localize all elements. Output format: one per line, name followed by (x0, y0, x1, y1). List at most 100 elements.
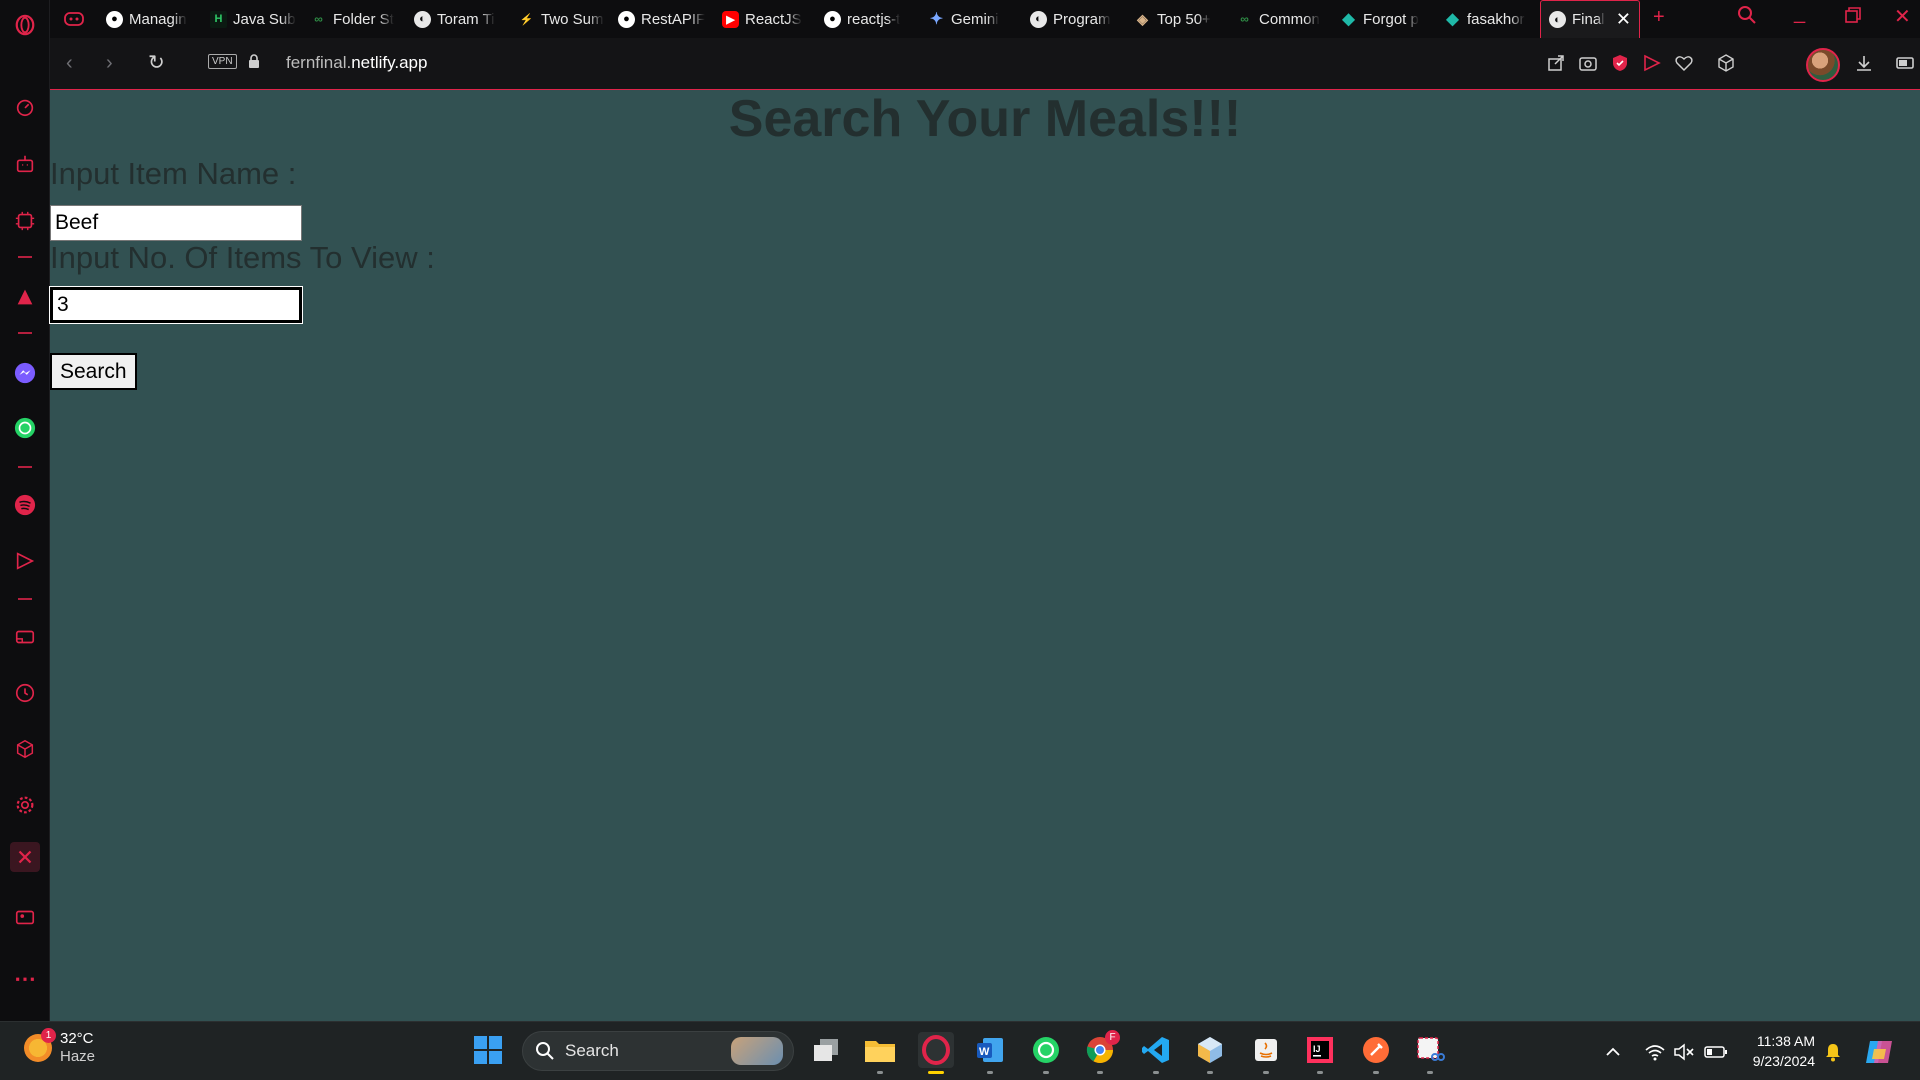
aria-ai-icon[interactable] (12, 151, 38, 177)
workspace-icon[interactable] (64, 4, 90, 34)
windows-start-icon[interactable] (470, 1032, 506, 1068)
close-window-icon[interactable]: ✕ (1894, 4, 1911, 29)
more-icon[interactable]: ⋯ (12, 966, 38, 992)
taskbar-clock[interactable]: 11:38 AM 9/23/2024 (1745, 1031, 1815, 1071)
profile-avatar[interactable] (1806, 48, 1840, 82)
tab-label: Common (1259, 10, 1320, 28)
camera-icon[interactable] (1578, 53, 1598, 73)
tools-icon[interactable] (10, 842, 40, 872)
extensions-icon[interactable] (12, 736, 38, 762)
flow-send-icon[interactable] (1642, 53, 1662, 73)
history-icon[interactable] (12, 680, 38, 706)
tab-item[interactable]: ◐ Toram Ti (414, 4, 514, 34)
tab-item[interactable]: ◐ Program (1030, 4, 1134, 34)
weather-temperature: 32°C (60, 1030, 94, 1047)
opera-taskbar-icon[interactable] (918, 1032, 954, 1074)
tab-item[interactable]: ▶ ReactJS (722, 4, 822, 34)
svg-text:IJ: IJ (1313, 1044, 1321, 1054)
tab-item[interactable]: ⚡ Two Sum (518, 4, 618, 34)
tab-item[interactable]: ✦ Gemini (928, 4, 1028, 34)
java-icon[interactable] (1248, 1032, 1284, 1074)
postman-icon[interactable] (1358, 1032, 1394, 1074)
sidebar-divider (18, 598, 32, 600)
taskbar-search[interactable]: Search (522, 1031, 794, 1071)
vpn-badge[interactable]: VPN (208, 54, 237, 69)
bookmark-heart-icon[interactable] (1674, 53, 1694, 73)
messenger-icon[interactable] (12, 360, 38, 386)
weather-widget[interactable]: 1 32°C Haze (24, 1028, 95, 1066)
leetcode-icon: ⚡ (519, 13, 534, 26)
tab-label: Toram Ti (437, 10, 495, 28)
netbeans-icon[interactable] (1192, 1032, 1228, 1074)
chatgpt-icon[interactable] (12, 208, 38, 234)
tab-label: Forgot p (1363, 10, 1419, 28)
battery-saver-icon[interactable] (1896, 53, 1916, 73)
spotify-icon[interactable] (12, 492, 38, 518)
weather-badge: 1 (41, 1028, 56, 1043)
tab-item[interactable]: ◈ Top 50+ (1134, 4, 1234, 34)
address-bar: ‹ › ↻ VPN fernfinal.netlify.app (50, 38, 1920, 90)
item-name-input[interactable]: Beef (50, 205, 302, 241)
adblock-shield-icon[interactable] (1610, 53, 1630, 73)
show-hidden-icons-icon[interactable] (1604, 1022, 1622, 1080)
screen: ⋯ ● Managin H Java Sub ∞ Folder St ◐ Toram T… (0, 0, 1920, 1080)
opera-sidebar: ⋯ (0, 0, 50, 1021)
forward-icon[interactable]: › (106, 52, 113, 75)
tab-active[interactable]: ◐ Final ✕ (1540, 0, 1640, 38)
globe-icon: ◐ (1030, 10, 1047, 28)
gallery-icon[interactable] (12, 904, 38, 930)
copilot-icon[interactable] (1864, 1022, 1896, 1080)
tab-item[interactable]: H Java Sub (210, 4, 315, 34)
send-flow-icon[interactable] (12, 548, 38, 574)
whatsapp-taskbar-icon[interactable] (1028, 1032, 1064, 1074)
whatsapp-icon[interactable] (12, 415, 38, 441)
tab-item[interactable]: ● reactjs-t (824, 4, 924, 34)
tab-label: Folder St (333, 10, 394, 28)
adobe-express-icon[interactable] (12, 284, 38, 310)
search-button[interactable]: Search (50, 353, 137, 390)
github-icon: ● (824, 10, 841, 28)
reload-icon[interactable]: ↻ (148, 50, 165, 75)
item-count-input[interactable]: 3 (50, 287, 302, 323)
settings-gear-icon[interactable] (12, 792, 38, 818)
extensions-cube-icon[interactable] (1716, 53, 1736, 73)
lock-icon[interactable] (248, 54, 260, 69)
tab-islands-icon[interactable] (12, 624, 38, 650)
tab-item[interactable]: ∞ Folder St (310, 4, 410, 34)
wifi-icon[interactable] (1644, 1022, 1666, 1080)
tab-search-icon[interactable] (1737, 5, 1757, 31)
vscode-icon[interactable] (1138, 1032, 1174, 1074)
restore-icon[interactable] (1844, 6, 1862, 30)
tab-item[interactable]: ● RestAPIF (618, 4, 718, 34)
word-icon[interactable]: W (972, 1032, 1008, 1074)
github-icon: ● (106, 10, 123, 28)
web-page: Search Your Meals!!! Input Item Name : B… (50, 90, 1920, 1021)
tab-bar: ● Managin H Java Sub ∞ Folder St ◐ Toram Ti … (50, 0, 1920, 38)
github-icon: ● (618, 10, 635, 28)
back-icon[interactable]: ‹ (66, 52, 73, 75)
tab-label: reactjs-t (847, 10, 901, 28)
chrome-icon[interactable]: F (1082, 1030, 1120, 1074)
new-tab-icon[interactable]: + (1653, 6, 1665, 29)
intellij-icon[interactable]: IJ (1302, 1032, 1338, 1074)
clock-date: 9/23/2024 (1752, 1053, 1815, 1069)
tab-item[interactable]: ◆ Forgot p (1340, 4, 1442, 34)
opera-logo-icon[interactable] (12, 12, 38, 38)
tab-label: ReactJS (745, 10, 802, 28)
speed-dial-icon[interactable] (12, 94, 38, 120)
geeksforgeeks-icon: ∞ (1240, 12, 1249, 26)
url-field[interactable]: fernfinal.netlify.app (286, 53, 427, 73)
volume-muted-icon[interactable] (1673, 1022, 1695, 1080)
close-tab-icon[interactable]: ✕ (1616, 9, 1631, 30)
notification-bell-icon[interactable] (1824, 1022, 1842, 1080)
download-icon[interactable] (1854, 53, 1874, 73)
task-view-icon[interactable] (808, 1032, 844, 1068)
share-icon[interactable] (1546, 53, 1566, 73)
tab-item[interactable]: ◆ fasakhor (1444, 4, 1544, 34)
file-explorer-icon[interactable] (862, 1032, 898, 1074)
battery-icon[interactable] (1704, 1022, 1728, 1080)
tab-label: Java Sub (233, 10, 296, 28)
snipping-tool-icon[interactable] (1412, 1032, 1448, 1074)
minimize-icon[interactable]: _ (1794, 2, 1805, 25)
tab-item[interactable]: ∞ Common (1236, 4, 1338, 34)
